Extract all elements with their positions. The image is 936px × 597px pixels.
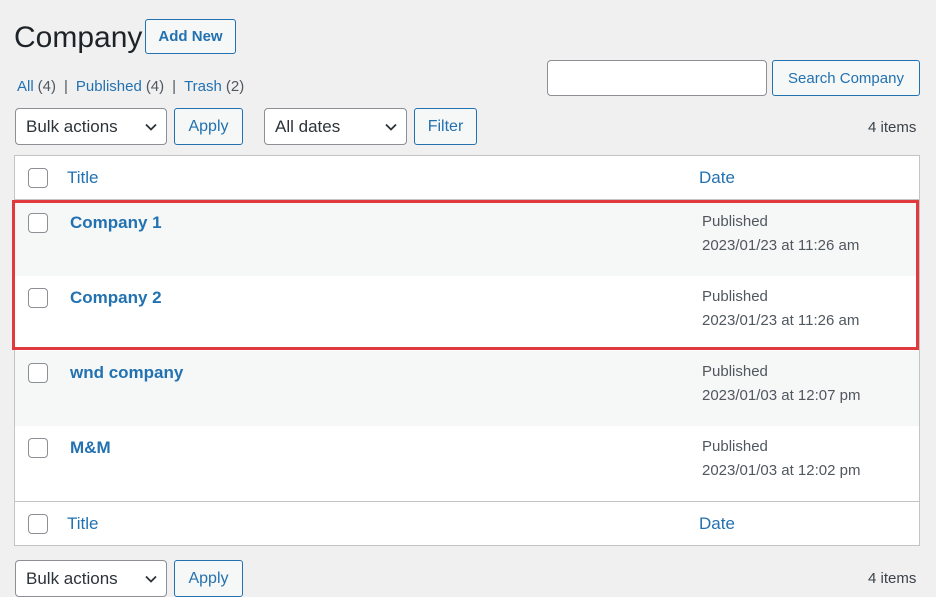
apply-button-bottom[interactable]: Apply	[174, 560, 243, 597]
row-date: 2023/01/23 at 11:26 am	[702, 237, 860, 254]
row-status: Published	[702, 438, 768, 455]
filter-published-link[interactable]: Published	[76, 78, 142, 95]
row-title-link[interactable]: M&M	[70, 438, 111, 458]
column-date-sort-footer[interactable]: Date	[699, 514, 735, 534]
filter-button[interactable]: Filter	[414, 108, 477, 145]
page-title: Company	[14, 21, 143, 54]
row-title-link[interactable]: Company 2	[70, 288, 162, 308]
dates-select[interactable]: All dates	[264, 108, 407, 145]
row-checkbox[interactable]	[28, 213, 48, 233]
column-title-sort[interactable]: Title	[67, 168, 99, 188]
search-company-button[interactable]: Search Company	[772, 60, 920, 96]
bulk-actions-value: Bulk actions	[26, 568, 118, 588]
row-status: Published	[702, 288, 768, 305]
row-checkbox[interactable]	[28, 288, 48, 308]
items-count-top: 4 items	[868, 119, 917, 136]
table-header: Title Date	[15, 156, 919, 200]
apply-button-top[interactable]: Apply	[174, 108, 243, 145]
row-checkbox[interactable]	[28, 363, 48, 383]
column-title-sort-footer[interactable]: Title	[67, 514, 99, 534]
chevron-down-icon	[136, 109, 166, 144]
row-date: 2023/01/03 at 12:07 pm	[702, 387, 861, 404]
filter-separator: |	[172, 77, 177, 95]
column-date-sort[interactable]: Date	[699, 168, 735, 188]
table-row: Company 2 Published 2023/01/23 at 11:26 …	[15, 276, 919, 351]
dates-value: All dates	[275, 116, 341, 136]
status-filter-links: All (4) | Published (4) | Trash (2)	[17, 76, 244, 96]
bulk-actions-value: Bulk actions	[26, 116, 118, 136]
table-row: Company 1 Published 2023/01/23 at 11:26 …	[15, 201, 919, 276]
bulk-actions-select-bottom[interactable]: Bulk actions	[15, 560, 167, 597]
items-count-bottom: 4 items	[868, 570, 917, 587]
filter-published-count: (4)	[145, 77, 165, 95]
select-all-checkbox[interactable]	[28, 168, 48, 188]
company-table: Title Date Company 1 Published 2023/01/2…	[14, 155, 920, 546]
chevron-down-icon	[136, 561, 166, 596]
filter-trash-link[interactable]: Trash	[184, 78, 222, 95]
table-row: M&M Published 2023/01/03 at 12:02 pm	[15, 426, 919, 501]
chevron-down-icon	[376, 109, 406, 144]
row-title-link[interactable]: Company 1	[70, 213, 162, 233]
filter-all-link[interactable]: All	[17, 78, 34, 95]
row-date: 2023/01/03 at 12:02 pm	[702, 462, 861, 479]
row-checkbox[interactable]	[28, 438, 48, 458]
select-all-checkbox-footer[interactable]	[28, 514, 48, 534]
table-footer: Title Date	[15, 501, 919, 545]
table-row: wnd company Published 2023/01/03 at 12:0…	[15, 351, 919, 426]
row-status: Published	[702, 213, 768, 230]
filter-separator: |	[64, 77, 68, 95]
filter-trash-count: (2)	[225, 77, 245, 95]
bulk-actions-select-top[interactable]: Bulk actions	[15, 108, 167, 145]
add-new-button[interactable]: Add New	[145, 19, 236, 54]
search-input[interactable]	[547, 60, 767, 96]
row-title-link[interactable]: wnd company	[70, 363, 183, 383]
row-date: 2023/01/23 at 11:26 am	[702, 312, 860, 329]
filter-all-count: (4)	[37, 77, 57, 95]
row-status: Published	[702, 363, 768, 380]
